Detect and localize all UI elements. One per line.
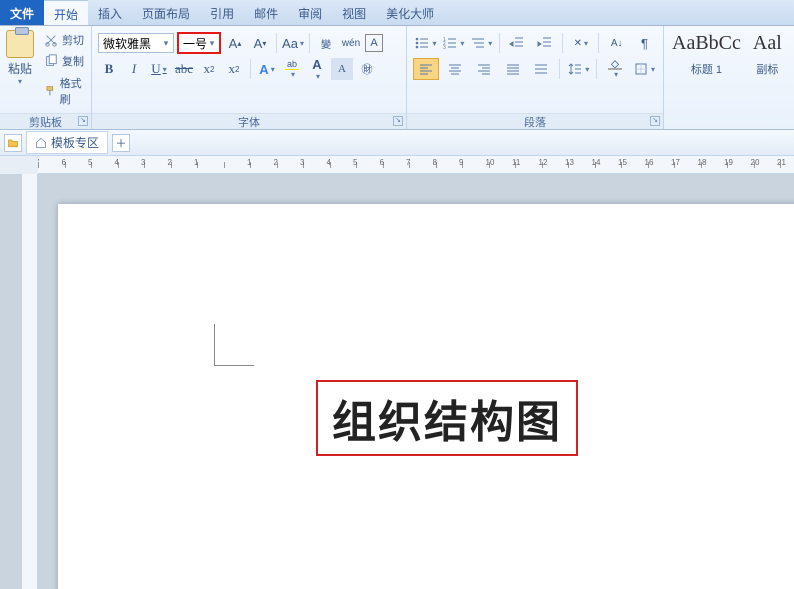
document-title-box[interactable]: 组织结构图 <box>316 380 578 456</box>
group-font: 微软雅黑 ▾ 一号 ▾ A▴ A▾ Aa 變 wén A B I U <box>92 26 407 129</box>
font-name-combo[interactable]: 微软雅黑 ▾ <box>98 33 174 53</box>
paste-button[interactable]: 粘贴 ▾ <box>0 26 40 113</box>
group-clipboard: 粘贴 ▾ 剪切 复制 格式刷 剪贴板 ↘ <box>0 26 92 129</box>
borders-icon <box>633 61 649 77</box>
tab-review[interactable]: 审阅 <box>288 0 332 25</box>
align-center-icon <box>447 61 463 77</box>
bold-button[interactable]: B <box>98 58 120 80</box>
bullets-icon <box>414 35 430 51</box>
enclose-char-button[interactable]: ㊖ <box>356 58 378 80</box>
cursor-mark <box>214 324 254 366</box>
style-heading1[interactable]: AaBbCc 标题 1 <box>672 32 741 123</box>
group-paragraph: 123 ✕ A↓ ¶ <box>407 26 664 129</box>
group-label-paragraph: 段落 ↘ <box>407 113 663 129</box>
style-subtitle[interactable]: Aal 副标 <box>753 32 782 123</box>
justify-icon <box>505 61 521 77</box>
ruler-vertical[interactable] <box>22 174 38 589</box>
enclose-chars-button[interactable]: wén <box>340 32 362 54</box>
indent-icon <box>537 35 553 51</box>
align-right-button[interactable] <box>471 58 497 80</box>
justify-button[interactable] <box>500 58 526 80</box>
multilevel-icon <box>470 35 486 51</box>
nav-folder-button[interactable] <box>4 134 22 152</box>
paragraph-launcher[interactable]: ↘ <box>650 116 660 126</box>
grow-font-button[interactable]: A▴ <box>224 32 246 54</box>
tab-insert[interactable]: 插入 <box>88 0 132 25</box>
line-spacing-button[interactable] <box>565 58 591 80</box>
font-size-combo[interactable]: 一号 ▾ <box>177 32 221 54</box>
strikethrough-button[interactable]: abc <box>173 58 195 80</box>
align-left-button[interactable] <box>413 58 439 80</box>
decrease-indent-button[interactable] <box>505 32 530 54</box>
borders-button[interactable] <box>631 58 657 80</box>
shading-button[interactable] <box>602 58 628 80</box>
clipboard-launcher[interactable]: ↘ <box>78 116 88 126</box>
tab-beautify[interactable]: 美化大师 <box>376 0 444 25</box>
copy-button[interactable]: 复制 <box>44 52 87 70</box>
shrink-font-button[interactable]: A▾ <box>249 32 271 54</box>
tab-view[interactable]: 视图 <box>332 0 376 25</box>
page[interactable]: 组织结构图 <box>58 204 794 589</box>
superscript-button[interactable]: x2 <box>223 58 245 80</box>
folder-icon <box>7 137 19 149</box>
document-area: 组织结构图 <box>0 174 794 589</box>
tab-file[interactable]: 文件 <box>0 0 44 25</box>
brush-icon <box>44 84 56 98</box>
char-shading-button[interactable]: A <box>331 58 353 80</box>
svg-text:3: 3 <box>443 45 446 51</box>
paste-dropdown-icon[interactable]: ▾ <box>18 77 22 86</box>
document-tabs-bar: 模板专区 ＋ <box>0 130 794 156</box>
distribute-button[interactable] <box>529 58 555 80</box>
outdent-icon <box>509 35 525 51</box>
new-tab-button[interactable]: ＋ <box>112 134 130 152</box>
highlight-button[interactable]: ab <box>281 58 303 80</box>
subscript-button[interactable]: x2 <box>198 58 220 80</box>
distribute-icon <box>533 61 549 77</box>
home-icon <box>35 137 47 149</box>
tab-home[interactable]: 开始 <box>44 0 88 25</box>
chevron-down-icon: ▾ <box>207 36 217 50</box>
chevron-down-icon: ▾ <box>161 36 171 50</box>
ruler-horizontal[interactable]: 7654321123456789101112131415161718192021 <box>38 156 794 174</box>
group-styles: AaBbCc 标题 1 Aal 副标 <box>664 26 794 129</box>
text-effects-button[interactable]: A <box>256 58 278 80</box>
sort-button[interactable]: A↓ <box>604 32 629 54</box>
show-marks-button[interactable]: ¶ <box>632 32 657 54</box>
change-case-button[interactable]: Aa <box>282 32 304 54</box>
template-area-tab[interactable]: 模板专区 <box>26 131 108 154</box>
tab-page-layout[interactable]: 页面布局 <box>132 0 200 25</box>
paste-icon <box>6 30 34 58</box>
cut-button[interactable]: 剪切 <box>44 31 87 49</box>
group-label-font: 字体 ↘ <box>92 113 406 129</box>
menu-bar: 文件 开始 插入 页面布局 引用 邮件 审阅 视图 美化大师 <box>0 0 794 26</box>
numbering-button[interactable]: 123 <box>441 32 466 54</box>
underline-button[interactable]: U <box>148 58 170 80</box>
multilevel-list-button[interactable] <box>469 32 494 54</box>
increase-indent-button[interactable] <box>533 32 558 54</box>
char-border-button[interactable]: A <box>365 34 383 52</box>
font-color-button[interactable]: A <box>306 58 328 80</box>
tab-mailings[interactable]: 邮件 <box>244 0 288 25</box>
bucket-icon <box>607 59 623 68</box>
align-right-icon <box>476 61 492 77</box>
document-title-text: 组织结构图 <box>332 386 562 450</box>
scissors-icon <box>44 33 58 47</box>
tab-references[interactable]: 引用 <box>200 0 244 25</box>
line-spacing-icon <box>567 61 583 77</box>
align-left-icon <box>418 61 434 77</box>
font-launcher[interactable]: ↘ <box>393 116 403 126</box>
phonetic-guide-button[interactable]: 變 <box>315 32 337 54</box>
format-painter-button[interactable]: 格式刷 <box>44 74 87 108</box>
ribbon: 粘贴 ▾ 剪切 复制 格式刷 剪贴板 ↘ <box>0 26 794 130</box>
italic-button[interactable]: I <box>123 58 145 80</box>
numbering-icon: 123 <box>442 35 458 51</box>
text-direction-button[interactable]: ✕ <box>568 32 593 54</box>
copy-icon <box>44 54 58 68</box>
group-label-clipboard: 剪贴板 ↘ <box>0 113 91 129</box>
align-center-button[interactable] <box>442 58 468 80</box>
paste-label: 粘贴 <box>8 60 32 77</box>
bullets-button[interactable] <box>413 32 438 54</box>
